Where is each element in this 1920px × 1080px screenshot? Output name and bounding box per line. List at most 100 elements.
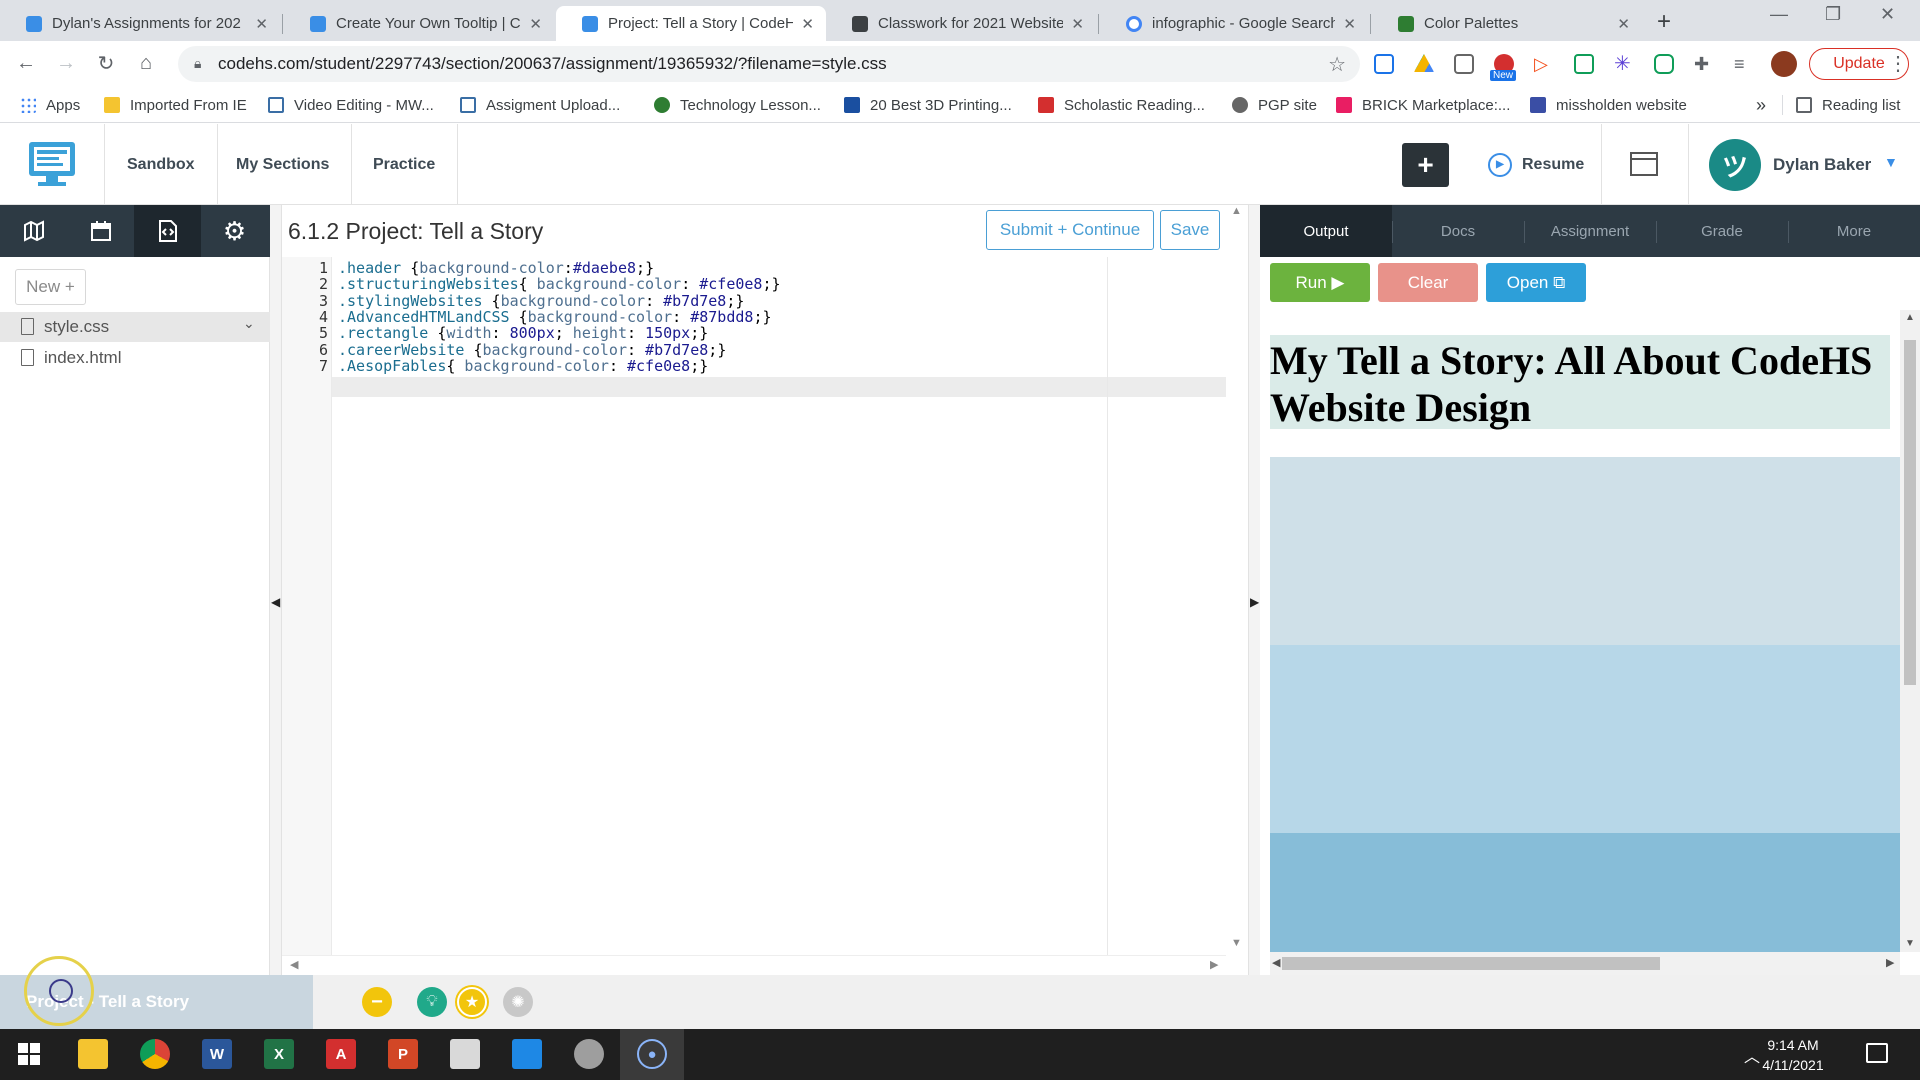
acrobat-icon[interactable]: A <box>326 1039 356 1069</box>
close-window-icon[interactable]: ✕ <box>1880 4 1895 25</box>
scroll-left-icon[interactable]: ◀ <box>1272 956 1280 969</box>
forward-icon[interactable]: → <box>52 49 80 77</box>
smile-extension-icon[interactable] <box>1654 54 1674 74</box>
codehs-logo-icon[interactable] <box>26 138 78 190</box>
minimize-icon[interactable]: — <box>1770 4 1788 25</box>
file-index-html[interactable]: index.html <box>0 343 270 373</box>
puzzle-icon[interactable]: ✚ <box>1694 54 1714 74</box>
bookmark-star-icon[interactable]: ☆ <box>1328 52 1346 77</box>
scroll-up-icon[interactable]: ▲ <box>1905 312 1915 323</box>
close-tab-icon[interactable]: ✕ <box>255 15 268 33</box>
paint-icon[interactable] <box>574 1039 604 1069</box>
bookmark-pgp-site[interactable]: PGP site <box>1232 93 1317 117</box>
nav-my-sections[interactable]: My Sections <box>214 124 353 205</box>
code-line[interactable]: .stylingWebsites {background-color: #b7d… <box>338 292 744 310</box>
bookmark-technology-lesson[interactable]: Technology Lesson... <box>654 93 821 117</box>
asterisk-extension-icon[interactable]: ✳ <box>1614 54 1634 74</box>
code-line[interactable]: .AdvancedHTMLandCSS {background-color: #… <box>338 308 772 326</box>
scroll-thumb[interactable] <box>1904 340 1916 685</box>
word-icon[interactable]: W <box>202 1039 232 1069</box>
scroll-left-icon[interactable]: ◀ <box>290 958 298 971</box>
chevron-down-icon[interactable]: ▼ <box>1884 154 1898 170</box>
save-button[interactable]: Save <box>1160 210 1220 250</box>
photos-icon[interactable] <box>512 1039 542 1069</box>
screenshot-extension-icon[interactable] <box>1454 54 1474 74</box>
run-button[interactable]: Run ▶ <box>1270 263 1370 302</box>
bookmark-apps[interactable]: Apps <box>20 93 80 117</box>
google-drive-icon[interactable] <box>1414 54 1434 72</box>
tab-assignment[interactable]: Assignment <box>1524 205 1656 257</box>
new-file-button[interactable]: New + <box>15 269 86 305</box>
screencastify-icon[interactable]: ▷ <box>1534 54 1554 74</box>
create-plus-button[interactable]: + <box>1402 143 1449 187</box>
app-icon[interactable] <box>450 1039 480 1069</box>
more-bookmarks-icon[interactable]: » <box>1756 93 1766 117</box>
scroll-up-icon[interactable]: ▲ <box>1231 205 1242 217</box>
nav-practice[interactable]: Practice <box>351 124 459 205</box>
bookmark-imported-from-ie[interactable]: Imported From IE <box>104 93 247 117</box>
chrome-profile-avatar[interactable] <box>1771 51 1797 77</box>
scroll-down-icon[interactable]: ▼ <box>1231 937 1242 949</box>
code-line[interactable]: .AesopFables{ background-color: #cfe0e8;… <box>338 357 708 375</box>
bookmark-missholden[interactable]: missholden website <box>1530 93 1687 117</box>
scroll-down-icon[interactable]: ▼ <box>1905 938 1915 949</box>
user-name[interactable]: Dylan Baker <box>1773 124 1871 205</box>
file-style-css[interactable]: style.css ⌄ <box>0 312 270 342</box>
output-vertical-scrollbar[interactable]: ▲ ▼ <box>1900 310 1920 952</box>
reading-list[interactable]: Reading list <box>1796 93 1900 117</box>
lightbulb-icon[interactable]: 💡︎ <box>417 987 447 1017</box>
close-tab-icon[interactable]: ✕ <box>1617 15 1630 33</box>
submit-continue-button[interactable]: Submit + Continue <box>986 210 1154 250</box>
clear-button[interactable]: Clear <box>1378 263 1478 302</box>
windows-start-icon[interactable] <box>14 1039 44 1069</box>
minus-icon[interactable]: − <box>362 987 392 1017</box>
map-icon[interactable] <box>0 205 67 257</box>
scroll-right-icon[interactable]: ▶ <box>1886 956 1894 969</box>
output-preview[interactable]: My Tell a Story: All About CodeHS Websit… <box>1270 310 1900 952</box>
bookmark-video-editing[interactable]: Video Editing - MW... <box>268 93 434 117</box>
extension-icon[interactable] <box>1374 54 1394 74</box>
tab-output[interactable]: Output <box>1260 205 1392 257</box>
home-icon[interactable]: ⌂ <box>132 49 160 77</box>
close-tab-icon[interactable]: ✕ <box>1071 15 1084 33</box>
gear-icon[interactable]: ⚙ <box>201 205 268 257</box>
powerpoint-icon[interactable]: P <box>388 1039 418 1069</box>
code-icon[interactable] <box>134 205 201 257</box>
tab-more[interactable]: More <box>1788 205 1920 257</box>
chevron-down-icon[interactable]: ⌄ <box>243 315 255 332</box>
collapse-left-handle[interactable]: ◀ <box>270 205 282 975</box>
open-button[interactable]: Open ⧉ <box>1486 263 1586 302</box>
back-icon[interactable]: ← <box>12 49 40 77</box>
bookmark-assignment-upload[interactable]: Assigment Upload... <box>460 93 620 117</box>
more-options-icon[interactable]: ⋮ <box>1888 51 1908 76</box>
scroll-thumb[interactable] <box>1282 957 1660 970</box>
media-controls-icon[interactable]: ≡ <box>1734 54 1754 74</box>
browser-tab-color-palettes[interactable]: Color Palettes ✕ <box>1372 6 1642 41</box>
resume-button[interactable]: ▶ Resume <box>1488 124 1584 205</box>
close-tab-icon[interactable]: ✕ <box>529 15 542 33</box>
file-explorer-icon[interactable] <box>78 1039 108 1069</box>
window-layout-icon[interactable] <box>1630 152 1658 176</box>
close-tab-icon[interactable]: ✕ <box>1343 15 1356 33</box>
scroll-right-icon[interactable]: ▶ <box>1210 958 1218 971</box>
browser-tab-tooltip[interactable]: Create Your Own Tooltip | Co ✕ <box>284 6 554 41</box>
restore-icon[interactable]: ❐ <box>1825 4 1841 25</box>
chrome-icon[interactable] <box>140 1039 170 1069</box>
tab-grade[interactable]: Grade <box>1656 205 1788 257</box>
settings-circle-icon[interactable]: ✺ <box>503 987 533 1017</box>
user-avatar[interactable]: ツ <box>1709 139 1761 191</box>
close-tab-icon[interactable]: ✕ <box>801 15 814 33</box>
browser-tab-tell-a-story[interactable]: Project: Tell a Story | CodeHS ✕ <box>556 6 826 41</box>
screen-recorder-icon[interactable]: ● <box>637 1039 667 1069</box>
collapse-right-handle[interactable]: ▶ <box>1248 205 1260 975</box>
nav-sandbox[interactable]: Sandbox <box>105 124 218 205</box>
bookmark-3d-printing[interactable]: 20 Best 3D Printing... <box>844 93 1012 117</box>
editor-vertical-scrollbar[interactable]: ▲ ▼ <box>1226 205 1248 950</box>
sheets-icon[interactable] <box>1574 54 1594 74</box>
browser-tab-classwork[interactable]: Classwork for 2021 Website ✕ <box>826 6 1096 41</box>
calendar-icon[interactable] <box>67 205 134 257</box>
code-editor[interactable]: .header {background-color:#daebe8;} .stru… <box>282 257 1226 955</box>
address-bar[interactable]: 🔒︎ codehs.com/student/2297743/section/20… <box>178 46 1360 82</box>
clock[interactable]: 9:14 AM 4/11/2021 <box>1748 1035 1838 1075</box>
browser-tab-assignments[interactable]: Dylan's Assignments for 202 ✕ <box>0 6 280 41</box>
